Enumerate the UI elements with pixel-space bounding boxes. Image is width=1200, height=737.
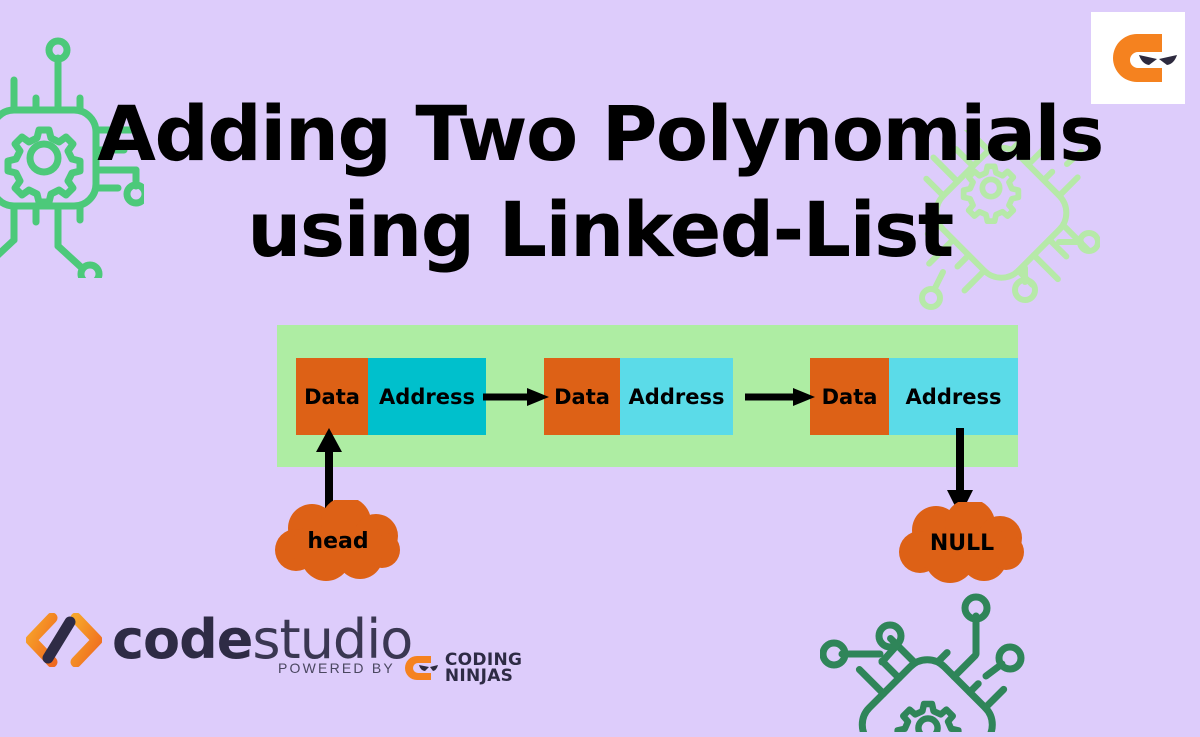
node-data-cell: Data	[810, 358, 889, 435]
node-address-label: Address	[905, 384, 1002, 409]
coding-ninjas-icon	[404, 653, 438, 683]
list-node: Data Address	[810, 358, 1018, 435]
list-node: Data Address	[544, 358, 733, 435]
ninja-eye-right	[1159, 55, 1177, 65]
code-brackets-icon	[25, 612, 103, 668]
coding-ninjas-wordmark: CODING NINJAS	[444, 652, 522, 686]
page-title-line-2: using Linked-List	[247, 185, 954, 274]
node-address-cell: Address	[620, 358, 733, 435]
null-pointer-cloud: NULL	[898, 499, 1026, 584]
ninja-eye-left	[1139, 55, 1157, 65]
node-address-cell: Address	[889, 358, 1018, 435]
powered-by-label: POWERED BY	[278, 660, 395, 676]
node-data-label: Data	[821, 384, 878, 409]
node-address-label: Address	[628, 384, 725, 409]
powered-by-block: POWERED BY CODING NINJAS	[278, 652, 522, 686]
linked-list-row: Data Address Data Address Data Address	[277, 325, 1018, 467]
list-node: Data Address	[296, 358, 486, 435]
head-pointer-label: head	[307, 528, 369, 554]
node-data-label: Data	[554, 384, 610, 409]
null-pointer-label: NULL	[929, 530, 995, 556]
head-pointer-cloud: head	[274, 497, 402, 582]
linked-list-panel: Data Address Data Address Data Address	[277, 325, 1018, 467]
arrow-right-icon	[745, 387, 815, 407]
page-title: Adding Two Polynomials using Linked-List	[0, 86, 1200, 278]
node-data-cell: Data	[544, 358, 620, 435]
node-address-cell: Address	[368, 358, 486, 435]
node-data-label: Data	[304, 384, 360, 409]
page-title-line-1: Adding Two Polynomials	[97, 89, 1104, 178]
coding-ninjas-line-2: NINJAS	[444, 666, 514, 686]
codestudio-word-code: code	[112, 608, 253, 671]
circuit-chip-icon-bottom	[819, 592, 1035, 737]
poster-canvas: Adding Two Polynomials using Linked-List…	[0, 0, 1200, 737]
ninja-c-shape	[1113, 34, 1162, 82]
node-data-cell: Data	[296, 358, 368, 435]
node-address-label: Address	[379, 384, 475, 409]
arrow-right-icon	[483, 387, 549, 407]
